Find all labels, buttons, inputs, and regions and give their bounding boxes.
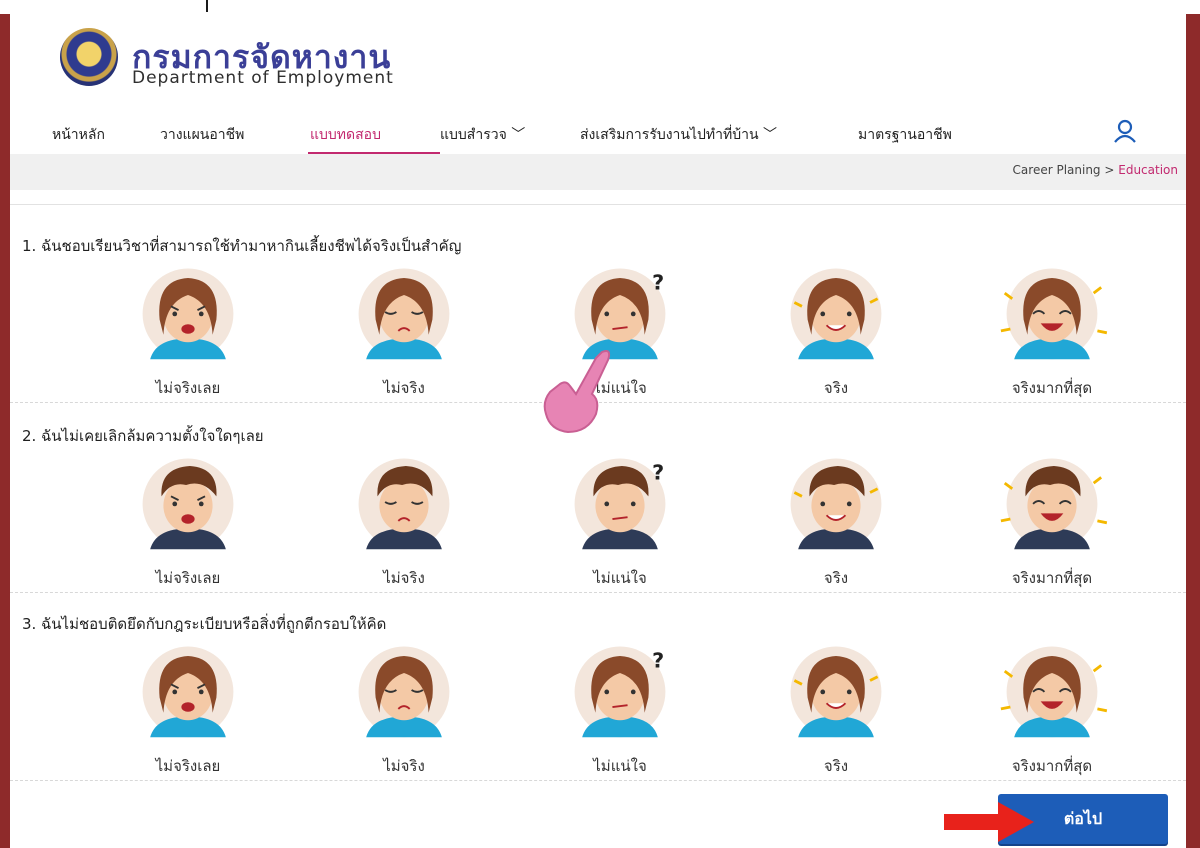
- answer-option-sad[interactable]: ไม่จริง: [304, 262, 504, 400]
- avatar[interactable]: [982, 640, 1122, 740]
- avatar-happy-icon[interactable]: [766, 452, 906, 552]
- question-title: 3. ฉันไม่ชอบติดยึดกับกฎระเบียบหรือสิ่งที…: [22, 615, 387, 633]
- avatar-sad-icon[interactable]: [334, 452, 474, 552]
- brand-name-english[interactable]: Department of Employment: [132, 68, 394, 88]
- avatar[interactable]: [118, 640, 258, 740]
- answer-label[interactable]: จริง: [736, 754, 936, 778]
- avatar-sad-icon[interactable]: [334, 640, 474, 740]
- avatar-angry-icon[interactable]: [118, 640, 258, 740]
- answer-label[interactable]: จริง: [736, 566, 936, 590]
- question-separator: [10, 780, 1186, 781]
- pointing-hand-icon: [543, 350, 611, 434]
- answer-label[interactable]: จริงมากที่สุด: [952, 376, 1152, 400]
- answer-label[interactable]: ไม่จริงเลย: [88, 566, 288, 590]
- page: กรมการจัดหางาน Department of Employment …: [10, 14, 1186, 848]
- answer-option-sad[interactable]: ไม่จริง: [304, 640, 504, 778]
- avatar[interactable]: [766, 452, 906, 552]
- answer-option-confused[interactable]: ? ไม่แน่ใจ: [520, 452, 720, 590]
- avatar-angry-icon[interactable]: [118, 262, 258, 362]
- answer-option-confused[interactable]: ? ไม่แน่ใจ: [520, 640, 720, 778]
- avatar-confused-icon[interactable]: ?: [550, 640, 690, 740]
- answer-label[interactable]: จริงมากที่สุด: [952, 566, 1152, 590]
- avatar[interactable]: [118, 452, 258, 552]
- content-divider: [10, 204, 1186, 205]
- answer-option-angry[interactable]: ไม่จริงเลย: [88, 640, 288, 778]
- avatar[interactable]: ?: [550, 640, 690, 740]
- breadcrumb-trail: Career Planing > Education: [1013, 163, 1178, 177]
- answer-option-happy[interactable]: จริง: [736, 452, 936, 590]
- answer-option-happy[interactable]: จริง: [736, 640, 936, 778]
- avatar[interactable]: [334, 262, 474, 362]
- answer-option-very-happy[interactable]: จริงมากที่สุด: [952, 452, 1152, 590]
- avatar-confused-icon[interactable]: ?: [550, 452, 690, 552]
- answer-option-angry[interactable]: ไม่จริงเลย: [88, 452, 288, 590]
- avatar-very-happy-icon[interactable]: [982, 640, 1122, 740]
- answer-option-very-happy[interactable]: จริงมากที่สุด: [952, 640, 1152, 778]
- avatar[interactable]: [982, 452, 1122, 552]
- question-2: 2. ฉันไม่เคยเลิกล้มความตั้งใจใดๆเลยไม่จร…: [10, 424, 1186, 604]
- avatar-very-happy-icon[interactable]: [982, 262, 1122, 362]
- avatar-happy-icon[interactable]: [766, 640, 906, 740]
- question-3: 3. ฉันไม่ชอบติดยึดกับกฎระเบียบหรือสิ่งที…: [10, 612, 1186, 792]
- avatar[interactable]: [118, 262, 258, 362]
- answer-option-sad[interactable]: ไม่จริง: [304, 452, 504, 590]
- nav-item-test[interactable]: แบบทดสอบ: [310, 124, 381, 146]
- breadcrumb-root[interactable]: Career Planing: [1013, 163, 1101, 177]
- avatar[interactable]: [766, 640, 906, 740]
- svg-text:?: ?: [652, 648, 664, 672]
- answer-option-angry[interactable]: ไม่จริงเลย: [88, 262, 288, 400]
- avatar-very-happy-icon[interactable]: [982, 452, 1122, 552]
- avatar-sad-icon[interactable]: [334, 262, 474, 362]
- answer-label[interactable]: ไม่จริงเลย: [88, 754, 288, 778]
- question-title: 1. ฉันชอบเรียนวิชาที่สามารถใช้ทำมาหากินเ…: [22, 237, 462, 255]
- nav-item-career-plan[interactable]: วางแผนอาชีพ: [160, 124, 244, 146]
- top-strip: [0, 0, 1200, 14]
- nav-item-occupation-standard[interactable]: มาตรฐานอาชีพ: [858, 124, 952, 146]
- breadcrumb: Career Planing > Education: [10, 154, 1186, 190]
- nav-item-survey[interactable]: แบบสำรวจ ﹀: [440, 124, 525, 146]
- question-separator: [10, 592, 1186, 593]
- breadcrumb-separator: >: [1100, 163, 1119, 177]
- answer-option-very-happy[interactable]: จริงมากที่สุด: [952, 262, 1152, 400]
- answer-label[interactable]: ไม่จริง: [304, 376, 504, 400]
- answer-label[interactable]: ไม่จริง: [304, 754, 504, 778]
- svg-text:?: ?: [652, 270, 664, 294]
- answer-label[interactable]: ไม่จริงเลย: [88, 376, 288, 400]
- department-logo[interactable]: [60, 28, 118, 86]
- avatar[interactable]: ?: [550, 452, 690, 552]
- avatar[interactable]: [982, 262, 1122, 362]
- site-header: กรมการจัดหางาน Department of Employment: [10, 14, 1186, 104]
- avatar-angry-icon[interactable]: [118, 452, 258, 552]
- answer-label[interactable]: จริง: [736, 376, 936, 400]
- top-mark: [206, 0, 208, 12]
- svg-text:?: ?: [652, 460, 664, 484]
- main-nav: หน้าหลัก วางแผนอาชีพ แบบทดสอบ แบบสำรวจ ﹀…: [10, 112, 1186, 154]
- answer-label[interactable]: ไม่แน่ใจ: [520, 566, 720, 590]
- avatar-happy-icon[interactable]: [766, 262, 906, 362]
- avatar[interactable]: [334, 640, 474, 740]
- question-title: 2. ฉันไม่เคยเลิกล้มความตั้งใจใดๆเลย: [22, 427, 264, 445]
- user-icon[interactable]: [1112, 118, 1138, 144]
- answer-label[interactable]: จริงมากที่สุด: [952, 754, 1152, 778]
- answer-label[interactable]: ไม่จริง: [304, 566, 504, 590]
- answer-option-happy[interactable]: จริง: [736, 262, 936, 400]
- answer-label[interactable]: ไม่แน่ใจ: [520, 754, 720, 778]
- nav-item-home-work[interactable]: ส่งเสริมการรับงานไปทำที่บ้าน ﹀: [580, 124, 777, 146]
- breadcrumb-current: Education: [1118, 163, 1178, 177]
- avatar[interactable]: [766, 262, 906, 362]
- avatar[interactable]: [334, 452, 474, 552]
- nav-item-home[interactable]: หน้าหลัก: [52, 124, 105, 146]
- red-arrow-icon: [944, 802, 1034, 842]
